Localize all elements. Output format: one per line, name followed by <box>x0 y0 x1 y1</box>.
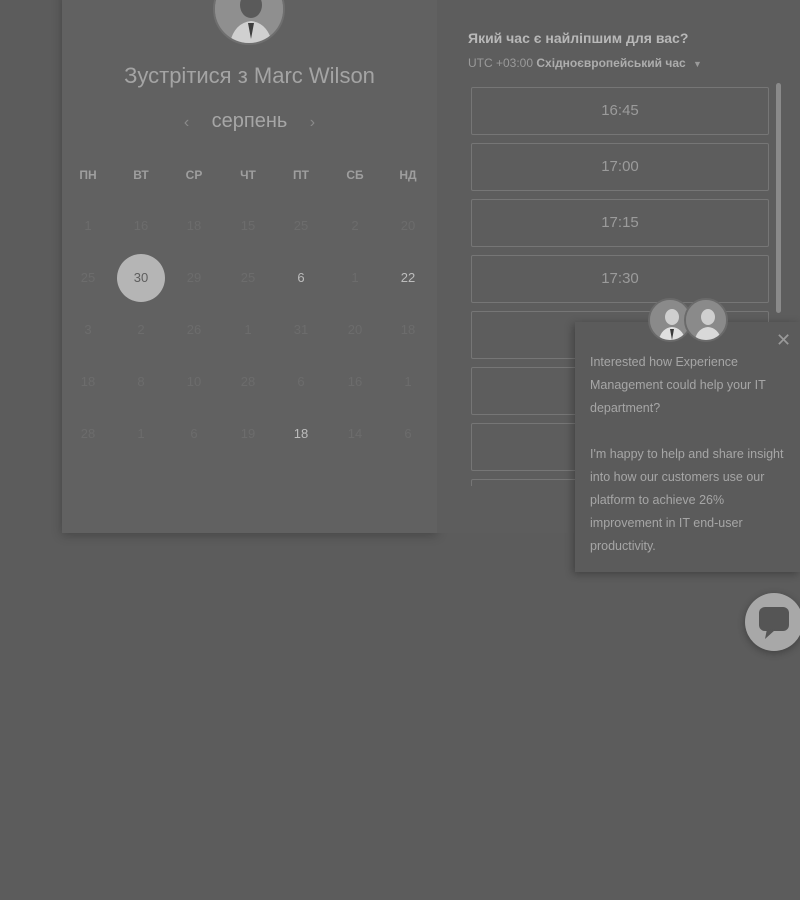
chat-message: Interested how Experience Management cou… <box>590 351 790 558</box>
close-icon[interactable]: ✕ <box>776 330 791 351</box>
time-slot[interactable]: 17:00 <box>471 143 769 191</box>
time-slot[interactable]: 17:30 <box>471 255 769 303</box>
agent-avatar <box>684 298 728 342</box>
chat-message-intro: Interested how Experience Management cou… <box>590 355 766 415</box>
chat-message-offer: I'm happy to help and share insight into… <box>590 447 784 553</box>
time-slot[interactable]: 17:15 <box>471 199 769 247</box>
chat-launcher-button[interactable] <box>745 593 800 651</box>
slot-scrollbar[interactable] <box>776 83 781 313</box>
chat-bubble-icon <box>759 607 789 639</box>
time-slot[interactable]: 16:45 <box>471 87 769 135</box>
